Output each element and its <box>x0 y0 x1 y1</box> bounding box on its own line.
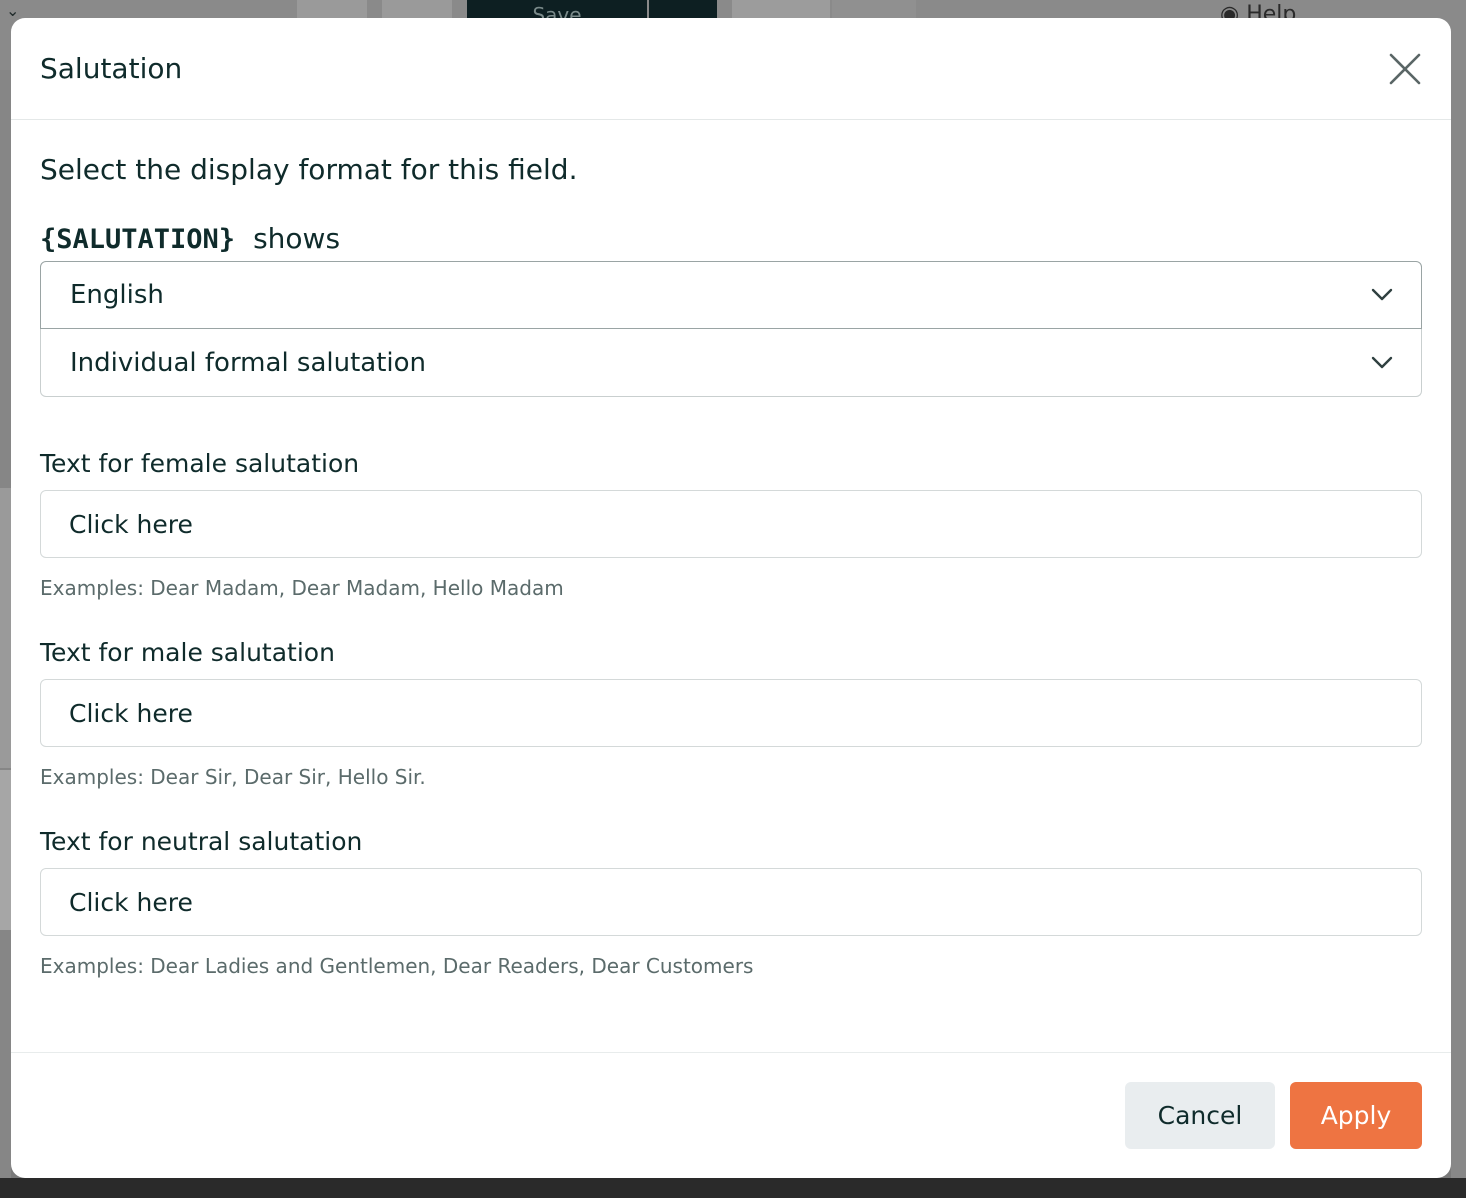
mobile-preview-icon <box>832 0 916 18</box>
close-icon <box>1389 53 1421 84</box>
close-button[interactable] <box>1387 51 1423 87</box>
chevron-down-icon: ⌄ <box>6 1 20 18</box>
salutation-format-select[interactable]: Individual formal salutation <box>40 329 1422 397</box>
language-select-value: English <box>70 280 164 310</box>
dialog-footer: Cancel Apply <box>11 1052 1451 1178</box>
language-select[interactable]: English <box>40 261 1422 329</box>
background-help-label: Help <box>1246 2 1297 18</box>
undo-icon <box>297 0 367 18</box>
shows-label: shows <box>253 222 341 255</box>
field-token-line: {SALUTATION} shows <box>40 222 1422 255</box>
neutral-salutation-input[interactable] <box>40 868 1422 936</box>
salutation-dialog: Salutation Select the display format for… <box>11 18 1451 1178</box>
dialog-body: Select the display format for this field… <box>11 153 1451 978</box>
dialog-intro: Select the display format for this field… <box>40 153 578 186</box>
male-salutation-label: Text for male salutation <box>40 638 335 667</box>
apply-button[interactable]: Apply <box>1290 1082 1422 1149</box>
field-token: {SALUTATION} <box>40 224 236 255</box>
chevron-down-icon <box>1371 356 1393 368</box>
dialog-title: Salutation <box>40 52 183 85</box>
female-salutation-label: Text for female salutation <box>40 449 360 478</box>
background-bottom-bar <box>0 1178 1466 1198</box>
background-save-button: Save <box>467 0 647 18</box>
background-right-panel <box>1451 70 1466 1178</box>
chevron-down-icon <box>1371 288 1393 301</box>
female-salutation-input[interactable] <box>40 490 1422 558</box>
background-help-button: ◉ Help <box>1220 0 1360 18</box>
format-select-value: Individual formal salutation <box>70 347 427 378</box>
dialog-header: Salutation <box>11 18 1451 120</box>
background-save-dropdown <box>649 0 717 18</box>
background-sidebar-panel-secondary <box>0 770 11 930</box>
cancel-button[interactable]: Cancel <box>1125 1082 1275 1149</box>
redo-icon <box>382 0 452 18</box>
desktop-preview-icon <box>732 0 830 18</box>
neutral-salutation-hint: Examples: Dear Ladies and Gentlemen, Dea… <box>40 954 754 978</box>
neutral-salutation-label: Text for neutral salutation <box>40 827 363 856</box>
male-salutation-hint: Examples: Dear Sir, Dear Sir, Hello Sir. <box>40 765 426 789</box>
background-sidebar-panel <box>0 488 11 768</box>
male-salutation-input[interactable] <box>40 679 1422 747</box>
female-salutation-hint: Examples: Dear Madam, Dear Madam, Hello … <box>40 576 564 600</box>
